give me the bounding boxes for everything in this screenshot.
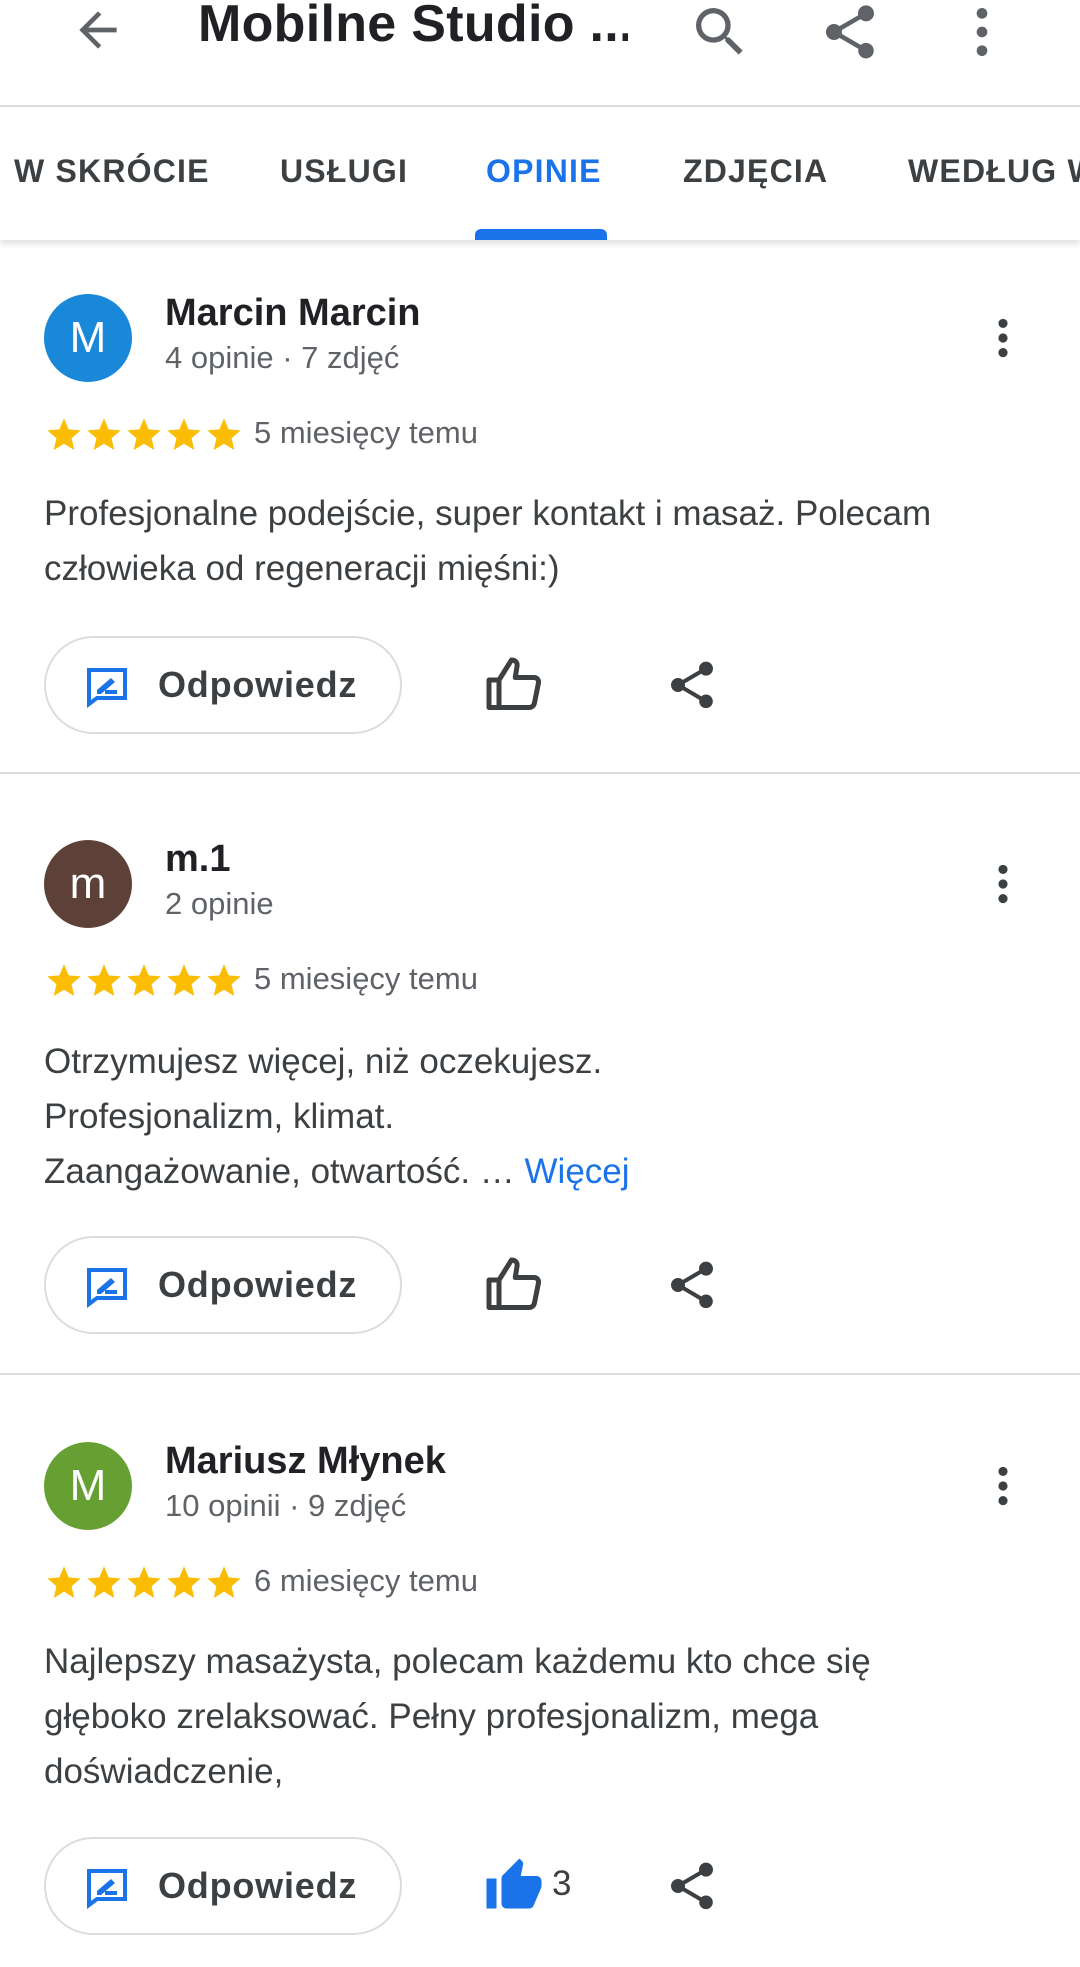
review-date: 5 miesięcy temu xyxy=(254,961,478,996)
reviewer-name[interactable]: Mariusz Młynek xyxy=(165,1440,446,1483)
reply-label: Odpowiedz xyxy=(158,1264,358,1305)
reply-label: Odpowiedz xyxy=(158,1865,358,1906)
star-icon xyxy=(207,1566,241,1598)
reply-label: Odpowiedz xyxy=(158,664,358,705)
share-icon[interactable] xyxy=(664,1257,720,1313)
avatar[interactable]: M xyxy=(44,294,132,382)
divider xyxy=(0,772,1080,774)
star-rating xyxy=(44,415,244,455)
review-text-line: Profesjonalizm, klimat. xyxy=(44,1097,395,1136)
avatar[interactable]: m xyxy=(44,840,132,928)
star-icon xyxy=(47,964,81,996)
star-icon xyxy=(207,418,241,450)
reply-button[interactable]: Odpowiedz xyxy=(44,1837,402,1935)
reply-icon xyxy=(87,1869,127,1909)
review-text: Najlepszy masażysta, polecam każdemu kto… xyxy=(44,1634,1044,1799)
star-icon xyxy=(127,418,161,450)
star-icon xyxy=(167,1566,201,1598)
like-count: 3 xyxy=(552,1864,572,1903)
review-text-line: doświadczenie, xyxy=(44,1752,284,1791)
star-rating xyxy=(44,1563,244,1603)
thumb-up-filled-icon[interactable] xyxy=(484,1856,544,1916)
review-text: Otrzymujesz więcej, niż oczekujesz. Prof… xyxy=(44,1034,1044,1199)
tab-overview[interactable]: W SKRÓCIE xyxy=(14,153,210,190)
reviewer-meta: 10 opinii · 9 zdjęć xyxy=(165,1488,407,1523)
divider xyxy=(0,1373,1080,1375)
review-text: Profesjonalne podejście, super kontakt i… xyxy=(44,486,1044,596)
review-text-line: Otrzymujesz więcej, niż oczekujesz. xyxy=(44,1042,603,1081)
reviewer-meta: 4 opinie · 7 zdjęć xyxy=(165,340,400,375)
active-tab-indicator xyxy=(475,229,607,240)
star-icon xyxy=(167,418,201,450)
back-arrow-icon[interactable] xyxy=(70,2,126,58)
star-icon xyxy=(87,418,121,450)
share-icon[interactable] xyxy=(818,0,882,64)
page-title: Mobilne Studio ... xyxy=(198,0,628,53)
reply-icon xyxy=(87,1268,127,1308)
review-date: 6 miesięcy temu xyxy=(254,1563,478,1598)
share-icon[interactable] xyxy=(664,1858,720,1914)
review-date: 5 miesięcy temu xyxy=(254,415,478,450)
star-icon xyxy=(207,964,241,996)
review-text-line: człowieka od regeneracji mięśni:) xyxy=(44,549,560,588)
reviewer-meta: 2 opinie xyxy=(165,886,274,921)
more-link[interactable]: Więcej xyxy=(525,1152,630,1191)
star-icon xyxy=(87,964,121,996)
more-vert-icon[interactable] xyxy=(978,854,1028,914)
tab-services[interactable]: USŁUGI xyxy=(280,153,408,190)
star-rating xyxy=(44,961,244,1001)
more-vert-icon[interactable] xyxy=(978,1456,1028,1516)
tab-reviews[interactable]: OPINIE xyxy=(486,153,602,190)
tab-by[interactable]: WEDŁUG W xyxy=(908,153,1080,190)
reply-button[interactable]: Odpowiedz xyxy=(44,636,402,734)
avatar[interactable]: M xyxy=(44,1442,132,1530)
app-bar: Mobilne Studio ... xyxy=(0,0,1080,107)
share-icon[interactable] xyxy=(664,657,720,713)
star-icon xyxy=(127,964,161,996)
star-icon xyxy=(47,418,81,450)
thumb-up-icon[interactable] xyxy=(484,1255,544,1315)
tab-photos[interactable]: ZDJĘCIA xyxy=(683,153,828,190)
star-icon xyxy=(127,1566,161,1598)
thumb-up-icon[interactable] xyxy=(484,655,544,715)
star-icon xyxy=(87,1566,121,1598)
tab-bar: W SKRÓCIE USŁUGI OPINIE ZDJĘCIA WEDŁUG W xyxy=(0,107,1080,240)
review-text-line: Zaangażowanie, otwartość. … Więcej xyxy=(44,1144,1044,1199)
review-text-line: Najlepszy masażysta, polecam każdemu kto… xyxy=(44,1642,871,1681)
search-icon[interactable] xyxy=(688,0,752,64)
review-text-line-start: Zaangażowanie, otwartość. … xyxy=(44,1152,525,1191)
review-text-line: głęboko zrelaksować. Pełny profesjonaliz… xyxy=(44,1697,819,1736)
reviewer-name[interactable]: m.1 xyxy=(165,838,230,881)
reply-icon xyxy=(87,668,127,708)
review-text-line: Profesjonalne podejście, super kontakt i… xyxy=(44,494,932,533)
star-icon xyxy=(47,1566,81,1598)
star-icon xyxy=(167,964,201,996)
reply-button[interactable]: Odpowiedz xyxy=(44,1236,402,1334)
reviewer-name[interactable]: Marcin Marcin xyxy=(165,292,421,335)
more-vert-icon[interactable] xyxy=(978,308,1028,368)
more-vert-icon[interactable] xyxy=(950,0,1014,64)
